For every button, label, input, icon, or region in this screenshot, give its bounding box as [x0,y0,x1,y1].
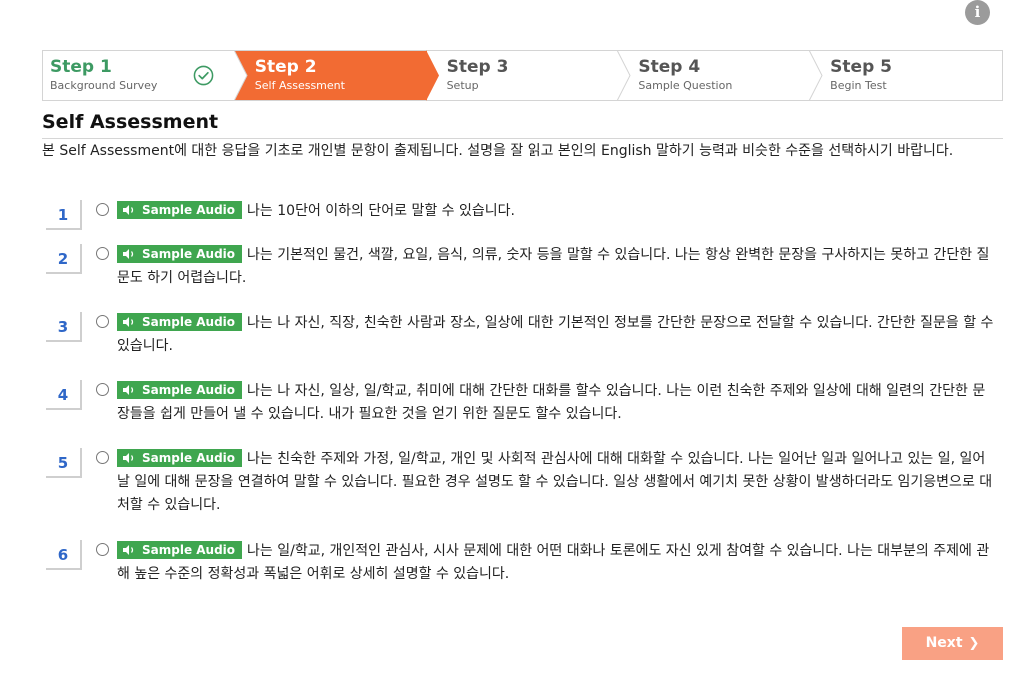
step-separator-icon [233,50,248,101]
step-1: Step 1 Background Survey [43,50,248,101]
step-2: Step 2 Self Assessment [234,50,439,101]
self-assessment-page: i Step 1 Background Survey Step 2 Self A… [0,0,1029,687]
sample-audio-label: Sample Audio [142,543,236,557]
option-radio[interactable] [96,543,109,556]
option-text-block: Sample Audio 나는 친숙한 주제와 가정, 일/학교, 개인 및 사회… [117,448,997,517]
section-description: 본 Self Assessment에 대한 응답을 기초로 개인별 문항이 출제… [42,143,954,159]
step-title: Step 4 [638,57,701,77]
option-number: 5 [46,448,82,478]
next-button[interactable]: Next ❯ [902,627,1003,660]
option-number: 3 [46,312,82,342]
step-separator-icon [425,50,439,101]
option-description: 나는 친숙한 주제와 가정, 일/학교, 개인 및 사회적 관심사에 대해 대화… [117,451,993,513]
option-text-block: Sample Audio 나는 나 자신, 직장, 친숙한 사람과 장소, 일상에… [117,312,997,358]
option-text-block: Sample Audio 나는 기본적인 물건, 색깔, 요일, 음식, 의류, … [117,244,997,290]
option-description: 나는 나 자신, 일상, 일/학교, 취미에 대해 간단한 대화를 할수 있습니… [117,383,986,422]
step-subtitle: Begin Test [830,79,887,92]
next-button-label: Next [925,635,963,651]
sample-audio-label: Sample Audio [142,203,236,217]
option-description: 나는 10단어 이하의 단어로 말할 수 있습니다. [247,203,515,219]
sample-audio-button[interactable]: Sample Audio [117,313,243,331]
option-description: 나는 기본적인 물건, 색깔, 요일, 음식, 의류, 숫자 등을 말할 수 있… [117,247,990,286]
option-radio[interactable] [96,203,109,216]
step-subtitle: Sample Question [638,79,733,92]
check-circle-icon [193,65,214,86]
step-4: Step 4 Sample Question [618,50,823,101]
step-subtitle: Setup [446,79,479,92]
option-radio[interactable] [96,247,109,260]
sample-audio-label: Sample Audio [142,383,236,397]
option-radio[interactable] [96,451,109,464]
step-subtitle: Self Assessment [254,79,345,92]
option-description: 나는 나 자신, 직장, 친숙한 사람과 장소, 일상에 대한 기본적인 정보를… [117,315,994,354]
step-5: Step 5 Begin Test [810,51,1002,100]
option-description: 나는 일/학교, 개인적인 관심사, 시사 문제에 대한 어떤 대화나 토론에도… [117,543,990,582]
step-3: Step 3 Setup [427,50,631,101]
sample-audio-button[interactable]: Sample Audio [117,449,243,467]
speaker-icon [123,249,134,259]
speaker-icon [123,453,134,463]
step-title: Step 5 [830,57,892,77]
option-radio[interactable] [96,315,109,328]
sample-audio-label: Sample Audio [142,451,236,465]
speaker-icon [123,317,134,327]
option-number: 2 [46,244,82,274]
progress-stepper: Step 1 Background Survey Step 2 Self Ass… [42,50,1003,101]
sample-audio-button[interactable]: Sample Audio [117,541,243,559]
step-title: Step 3 [446,57,509,77]
speaker-icon [123,385,134,395]
chevron-right-icon: ❯ [968,636,980,651]
step-title: Step 2 [254,57,317,77]
section-title: Self Assessment [42,110,1003,139]
step-separator-icon [617,50,631,101]
option-number: 1 [46,200,82,230]
sample-audio-label: Sample Audio [142,247,236,261]
option-text-block: Sample Audio 나는 나 자신, 일상, 일/학교, 취미에 대해 간단… [117,380,997,426]
sample-audio-button[interactable]: Sample Audio [117,245,243,263]
option-number: 6 [46,540,82,570]
option-text-block: Sample Audio 나는 일/학교, 개인적인 관심사, 시사 문제에 대한… [117,540,997,586]
info-icon[interactable]: i [965,0,990,25]
speaker-icon [123,205,134,215]
option-radio[interactable] [96,383,109,396]
option-text-block: Sample Audio 나는 10단어 이하의 단어로 말할 수 있습니다. [117,200,997,223]
sample-audio-label: Sample Audio [142,315,236,329]
speaker-icon [123,545,134,555]
sample-audio-button[interactable]: Sample Audio [117,201,243,219]
sample-audio-button[interactable]: Sample Audio [117,381,243,399]
step-separator-icon [809,50,823,101]
option-number: 4 [46,380,82,410]
